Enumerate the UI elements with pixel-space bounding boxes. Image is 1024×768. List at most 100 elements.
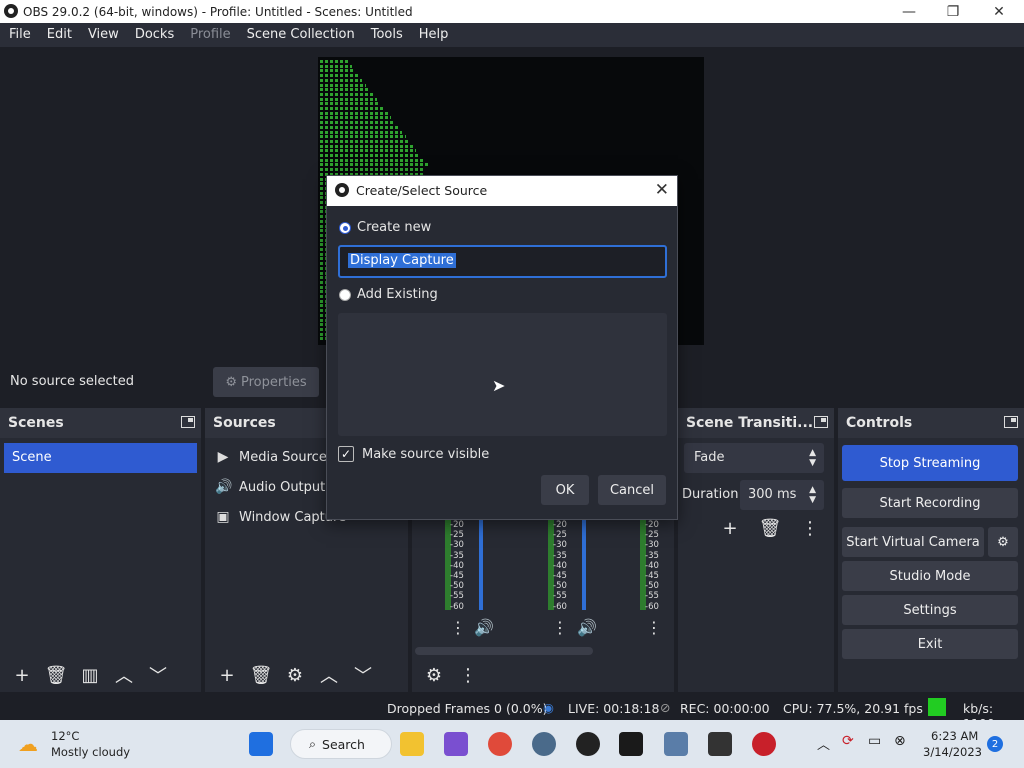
scenes-toolbar: + 🗑 ▥ ︿ ﹀	[0, 658, 201, 692]
controls-dock-header: Controls	[838, 408, 1024, 438]
mixer-scrollbar[interactable]	[415, 647, 593, 655]
menu-help[interactable]: Help	[411, 23, 457, 47]
more-vertical-icon[interactable]: ⋮	[452, 661, 484, 689]
chevron-up-icon[interactable]: ︿	[817, 734, 830, 753]
more-vertical-icon[interactable]: ⋮	[646, 618, 662, 637]
make-visible-label[interactable]: Make source visible	[362, 447, 489, 462]
media-player-icon[interactable]	[752, 732, 776, 756]
menu-view[interactable]: View	[80, 23, 127, 47]
file-explorer-icon[interactable]	[400, 732, 424, 756]
close-button[interactable]: ✕	[976, 0, 1022, 23]
resource-monitor-icon[interactable]	[664, 732, 688, 756]
move-down-icon[interactable]: ﹀	[142, 661, 174, 689]
start-virtual-camera-button[interactable]: Start Virtual Camera	[842, 527, 984, 557]
advanced-audio-gear-icon[interactable]: ⚙	[418, 661, 450, 689]
speaker-icon[interactable]: 🔊	[577, 618, 597, 637]
more-vertical-icon[interactable]: ⋮	[794, 514, 826, 542]
duration-label: Duration	[682, 487, 739, 502]
cancel-button[interactable]: Cancel	[598, 475, 666, 505]
minimize-button[interactable]: —	[886, 0, 932, 23]
preview-content-line	[320, 102, 381, 106]
more-vertical-icon[interactable]: ⋮	[450, 618, 466, 637]
scene-list-item[interactable]: Scene	[4, 443, 197, 473]
clock-time[interactable]: 6:23 AM	[931, 729, 978, 743]
meter-ticks: -20 -25 -30 -35 -40 -45 -50 -55 -60	[553, 520, 567, 612]
gear-icon[interactable]: ⚙	[279, 661, 311, 689]
settings-app-icon[interactable]	[532, 732, 556, 756]
menu-scene-collection[interactable]: Scene Collection	[239, 23, 363, 47]
notification-badge[interactable]: 2	[987, 736, 1003, 752]
make-visible-checkbox[interactable]: ✓	[338, 446, 354, 462]
source-item[interactable]: ▶ Media Source	[215, 443, 327, 471]
scenes-title: Scenes	[8, 415, 64, 431]
source-item[interactable]: 🔊 Audio Output	[215, 473, 325, 501]
trash-icon[interactable]: 🗑	[245, 661, 277, 689]
move-down-icon[interactable]: ﹀	[347, 661, 379, 689]
menu-edit[interactable]: Edit	[39, 23, 80, 47]
volume-fader[interactable]	[582, 520, 586, 610]
undock-icon[interactable]	[814, 416, 828, 428]
close-icon[interactable]: ✕	[655, 180, 669, 200]
obs-app-icon[interactable]	[576, 732, 600, 756]
sync-icon[interactable]: ⟳	[842, 733, 854, 749]
gear-icon[interactable]: ⚙	[988, 527, 1018, 557]
add-transition-icon[interactable]: +	[714, 514, 746, 542]
speaker-icon[interactable]: 🔊	[474, 618, 494, 637]
preview-content-line	[320, 107, 384, 110]
filter-icon[interactable]: ▥	[74, 661, 106, 689]
trash-icon[interactable]: 🗑	[40, 661, 72, 689]
window-icon: ▣	[216, 509, 230, 525]
studio-mode-button[interactable]: Studio Mode	[842, 561, 1018, 591]
stepper-icon[interactable]: ▲ ▼	[809, 485, 816, 505]
weather-cloud-icon: ☁	[18, 732, 38, 756]
more-vertical-icon[interactable]: ⋮	[552, 618, 568, 637]
weather-temp[interactable]: 12°C	[51, 729, 79, 743]
create-new-radio[interactable]	[339, 222, 351, 234]
add-scene-icon[interactable]: +	[6, 661, 38, 689]
visual-studio-icon[interactable]	[444, 732, 468, 756]
menu-profile[interactable]: Profile	[182, 23, 238, 47]
exit-button[interactable]: Exit	[842, 629, 1018, 659]
undock-icon[interactable]	[181, 416, 195, 428]
start-recording-button[interactable]: Start Recording	[842, 488, 1018, 518]
volume-fader[interactable]	[479, 520, 483, 610]
undock-icon[interactable]	[1004, 416, 1018, 428]
chrome-icon[interactable]	[488, 732, 512, 756]
create-new-label[interactable]: Create new	[357, 220, 431, 235]
weather-desc[interactable]: Mostly cloudy	[51, 745, 130, 759]
add-source-icon[interactable]: +	[211, 661, 243, 689]
preview-content-line	[320, 135, 406, 139]
updown-icon: ▲ ▼	[809, 448, 816, 468]
move-up-icon[interactable]: ︿	[313, 661, 345, 689]
clock-date[interactable]: 3/14/2023	[923, 745, 982, 759]
existing-sources-list[interactable]	[338, 313, 667, 436]
properties-button[interactable]: ⚙ Properties	[213, 367, 319, 397]
add-existing-label[interactable]: Add Existing	[357, 287, 438, 302]
menu-file[interactable]: File	[1, 23, 39, 47]
monitor-icon[interactable]: ▭	[868, 733, 881, 749]
move-up-icon[interactable]: ︿	[108, 661, 140, 689]
network-icon[interactable]: ⊗	[894, 733, 906, 749]
live-timer: LIVE: 00:18:18	[568, 701, 660, 716]
settings-button[interactable]: Settings	[842, 595, 1018, 625]
menu-docks[interactable]: Docks	[127, 23, 182, 47]
stop-streaming-button[interactable]: Stop Streaming	[842, 445, 1018, 481]
7zip-icon[interactable]	[708, 732, 732, 756]
preview-content-line	[320, 125, 399, 129]
preview-content-line	[320, 111, 388, 115]
preview-content-line	[320, 158, 424, 162]
add-existing-radio[interactable]	[339, 289, 351, 301]
terminal-icon[interactable]	[619, 732, 643, 756]
taskbar-search[interactable]: ⌕ Search	[290, 729, 392, 759]
trash-icon[interactable]: 🗑	[754, 514, 786, 542]
source-name-input[interactable]: Display Capture	[338, 245, 667, 278]
preview-content-line	[320, 144, 413, 148]
maximize-button[interactable]: ❐	[930, 0, 976, 23]
ok-button[interactable]: OK	[541, 475, 589, 505]
start-windows-icon[interactable]	[249, 732, 273, 756]
preview-content-line	[320, 64, 352, 68]
preview-content-line	[320, 83, 366, 87]
duration-spinbox[interactable]: 300 ms ▲ ▼	[740, 480, 824, 510]
menu-tools[interactable]: Tools	[363, 23, 411, 47]
transition-select[interactable]: Fade ▲ ▼	[684, 443, 824, 473]
